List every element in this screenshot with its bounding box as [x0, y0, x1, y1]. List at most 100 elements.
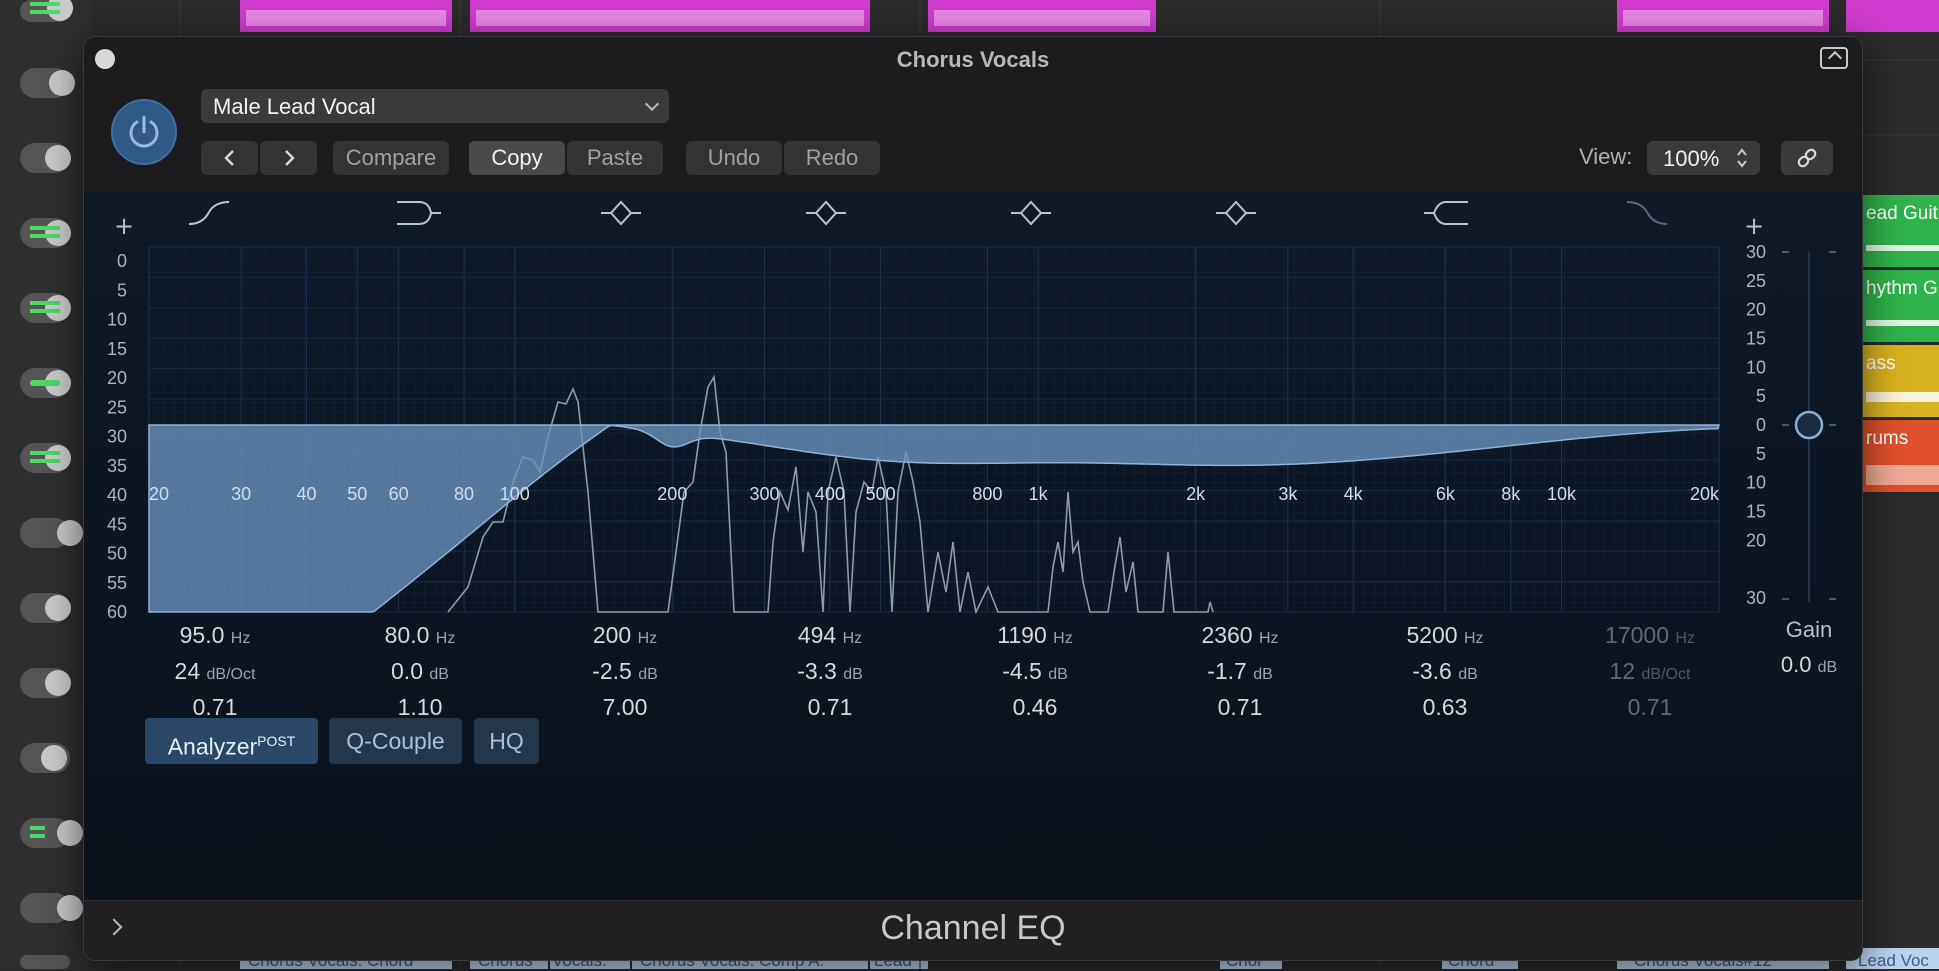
band-7-type-icon[interactable]: [1424, 201, 1468, 225]
gain-slider-handle[interactable]: [1794, 410, 1824, 440]
band-8-q[interactable]: 0.71: [1628, 694, 1673, 720]
analyzer-scale-label: 25: [107, 397, 127, 417]
band-1-q[interactable]: 0.71: [193, 694, 238, 720]
previous-preset-button[interactable]: [201, 141, 258, 175]
copy-button[interactable]: Copy: [469, 141, 565, 175]
output-gain-value[interactable]: 0.0 dB: [1764, 652, 1854, 678]
band-5-frequency-unit: Hz: [1053, 630, 1073, 647]
redo-button[interactable]: Redo: [784, 141, 880, 175]
band-4-q[interactable]: 0.71: [808, 694, 853, 720]
analyzer-scale-label: 55: [107, 573, 127, 593]
band-8-frequency-unit: Hz: [1675, 630, 1695, 647]
gain-scale-label: 30: [1746, 588, 1766, 608]
band-2-gain[interactable]: 0.0: [391, 658, 423, 684]
band-7-frequency-unit: Hz: [1464, 630, 1484, 647]
analyzer-scale-label: 30: [107, 427, 127, 447]
band-6-frequency[interactable]: 2360: [1201, 622, 1252, 648]
band-5-type-icon[interactable]: [1011, 200, 1051, 226]
band-8-frequency[interactable]: 17000: [1605, 622, 1669, 648]
window-title: Chorus Vocals: [896, 47, 1050, 72]
band-5-gain[interactable]: -4.5: [1002, 658, 1042, 684]
band-6-q[interactable]: 0.71: [1218, 694, 1263, 720]
band-7-gain[interactable]: -3.6: [1412, 658, 1452, 684]
band-8-params[interactable]: 17000 Hz 12 dB/Oct 0.71: [1575, 617, 1725, 725]
hq-toggle[interactable]: HQ: [474, 718, 539, 764]
band-6-gain[interactable]: -1.7: [1207, 658, 1247, 684]
region-label: Lead Voc: [1858, 951, 1929, 970]
band-1-frequency[interactable]: 95.0: [180, 622, 225, 648]
band-2-frequency[interactable]: 80.0: [385, 622, 430, 648]
band-2-type-icon[interactable]: [397, 201, 441, 225]
band-8-slope[interactable]: 12: [1610, 658, 1636, 684]
footer-bar: Channel EQ: [84, 900, 1862, 960]
freq-axis-label: 10k: [1547, 484, 1577, 504]
q-couple-toggle[interactable]: Q-Couple: [329, 718, 462, 764]
band-7-q[interactable]: 0.63: [1423, 694, 1468, 720]
band-5-params[interactable]: 1190 Hz -4.5 dB 0.46: [960, 617, 1110, 725]
band-3-params[interactable]: 200 Hz -2.5 dB 7.00: [550, 617, 700, 725]
preset-name: Male Lead Vocal: [213, 94, 376, 119]
compare-button[interactable]: Compare: [333, 141, 449, 175]
analyzer-scale-label: 40: [107, 485, 127, 505]
analyzer-toggle[interactable]: AnalyzerPOST: [145, 718, 318, 764]
view-zoom-stepper[interactable]: 100%: [1647, 141, 1760, 175]
analyzer-label: Analyzer: [167, 733, 258, 760]
view-zoom-value: 100%: [1663, 146, 1720, 171]
freq-axis-label: 8k: [1501, 484, 1521, 504]
band-2-params[interactable]: 80.0 Hz 0.0 dB 1.10: [345, 617, 495, 725]
freq-axis-label: 1k: [1029, 484, 1049, 504]
band-7-frequency[interactable]: 5200: [1406, 622, 1457, 648]
analyzer-scale-label: 10: [107, 310, 127, 330]
band-1-params[interactable]: 95.0 Hz 24 dB/Oct 0.71: [140, 617, 290, 725]
freq-axis-label: 200: [657, 484, 687, 504]
band-1-slope[interactable]: 24: [175, 658, 201, 684]
power-button[interactable]: [111, 99, 177, 165]
band-5-gain-unit: dB: [1048, 666, 1068, 683]
analyzer-scale-label: 5: [117, 280, 127, 300]
band-3-frequency[interactable]: 200: [593, 622, 631, 648]
track-label-rhythm-guitar: hythm G: [1866, 278, 1938, 299]
band-2-q[interactable]: 1.10: [398, 694, 443, 720]
band-3-gain[interactable]: -2.5: [592, 658, 632, 684]
band-5-frequency[interactable]: 1190: [997, 622, 1046, 648]
analyzer-scale-label: 0: [117, 251, 127, 271]
add-band-left-icon[interactable]: +: [114, 212, 134, 240]
timeline-regions: [240, 0, 1939, 32]
add-band-right-icon[interactable]: +: [1744, 212, 1764, 240]
link-button[interactable]: [1781, 141, 1833, 175]
freq-axis-label: 30: [231, 484, 251, 504]
band-4-params[interactable]: 494 Hz -3.3 dB 0.71: [755, 617, 905, 725]
popout-icon[interactable]: [1820, 47, 1848, 69]
track-label-bass: ass: [1866, 353, 1896, 374]
undo-button[interactable]: Undo: [686, 141, 782, 175]
gain-scale-label: 0: [1756, 415, 1766, 435]
band-3-type-icon[interactable]: [601, 200, 641, 226]
band-5-q[interactable]: 0.46: [1013, 694, 1058, 720]
gain-scale-label: 30: [1746, 242, 1766, 262]
title-bar[interactable]: Chorus Vocals: [84, 37, 1862, 81]
analyzer-scale-label: 15: [107, 339, 127, 359]
band-4-frequency[interactable]: 494: [798, 622, 836, 648]
band-6-params[interactable]: 2360 Hz -1.7 dB 0.71: [1165, 617, 1315, 725]
gain-scale-label: 5: [1756, 444, 1766, 464]
freq-axis-label: 40: [297, 484, 317, 504]
band-1-type-icon[interactable]: [188, 201, 230, 225]
band-6-type-icon[interactable]: [1216, 200, 1256, 226]
band-8-type-icon[interactable]: [1626, 201, 1668, 225]
paste-button[interactable]: Paste: [567, 141, 663, 175]
gain-scale-label: 25: [1746, 271, 1766, 291]
band-4-gain[interactable]: -3.3: [797, 658, 837, 684]
freq-axis-label: 50: [347, 484, 367, 504]
band-3-q[interactable]: 7.00: [603, 694, 648, 720]
band-7-gain-unit: dB: [1458, 666, 1478, 683]
band-4-type-icon[interactable]: [806, 200, 846, 226]
eq-graph[interactable]: 20 30 40 50 60 80 100 200 300 400 500 800 1k 2k 3k 4k 6k…: [84, 192, 1863, 932]
band-7-params[interactable]: 5200 Hz -3.6 dB 0.63: [1370, 617, 1520, 725]
band-2-gain-unit: dB: [429, 666, 449, 683]
gain-scale-label: 10: [1746, 357, 1766, 377]
next-preset-button[interactable]: [260, 141, 317, 175]
eq-display[interactable]: 20 30 40 50 60 80 100 200 300 400 500 800 1k 2k 3k 4k 6k…: [84, 192, 1862, 932]
preset-dropdown[interactable]: Male Lead Vocal: [201, 89, 669, 123]
analyzer-post-badge: POST: [257, 733, 296, 749]
band-1-slope-unit: dB/Oct: [206, 666, 256, 683]
